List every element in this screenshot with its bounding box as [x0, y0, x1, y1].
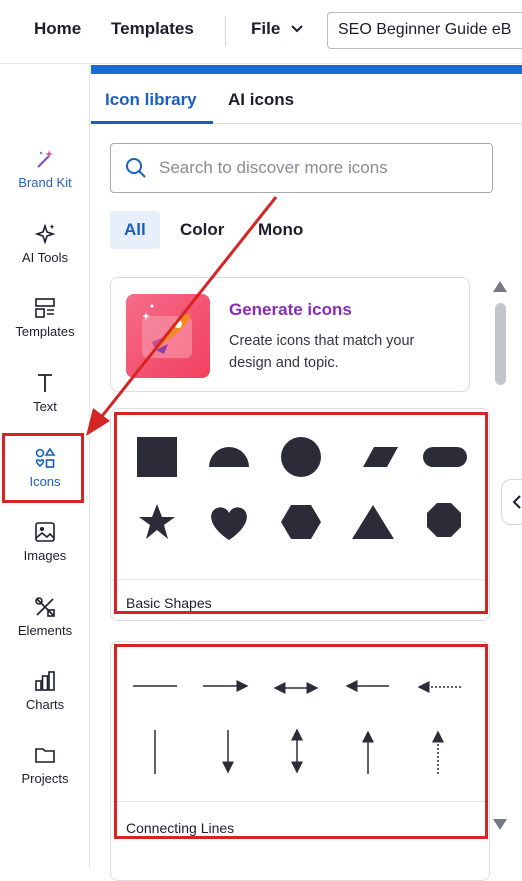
- sidebar-item-images[interactable]: Images: [0, 520, 90, 586]
- sidebar-item-brand-kit[interactable]: Brand Kit: [0, 147, 90, 213]
- highlight-box-basic-shapes: [114, 412, 488, 614]
- sidebar-item-label: Elements: [17, 623, 73, 638]
- rocket-icon: [126, 294, 210, 378]
- scrollbar-thumb[interactable]: [495, 303, 506, 385]
- sidebar-item-charts[interactable]: Charts: [0, 669, 90, 735]
- sidebar-item-label: Brand Kit: [18, 175, 72, 190]
- text-icon: [38, 374, 52, 392]
- sidebar-item-templates[interactable]: Templates: [0, 296, 90, 362]
- filter-all[interactable]: All: [110, 211, 160, 249]
- generate-icons-description: Create icons that match your design and …: [229, 333, 415, 371]
- chart-icon: [35, 671, 55, 691]
- image-icon: [35, 522, 55, 542]
- sidebar-item-label: Text: [33, 399, 57, 414]
- filter-color[interactable]: Color: [166, 211, 238, 249]
- sparkles-icon: [34, 223, 56, 245]
- search-icon: [126, 158, 146, 178]
- folder-icon: [35, 748, 55, 763]
- sidebar-item-elements[interactable]: Elements: [0, 595, 90, 661]
- collapse-panel-button[interactable]: [501, 479, 522, 525]
- templates-icon: [35, 298, 55, 318]
- scroll-down-arrow-icon[interactable]: [493, 819, 507, 830]
- panel-tabs: Icon library AI icons: [91, 74, 522, 124]
- search-input[interactable]: [159, 158, 479, 178]
- file-menu[interactable]: File: [251, 19, 304, 39]
- chevron-down-icon: [291, 25, 304, 33]
- sidebar-item-label: AI Tools: [21, 250, 68, 265]
- sidebar-item-projects[interactable]: Projects: [0, 743, 90, 809]
- home-link[interactable]: Home: [34, 19, 81, 39]
- generate-icons-title: Generate icons: [229, 300, 352, 319]
- elements-icon: [35, 597, 55, 617]
- magic-wand-icon: [37, 150, 53, 168]
- top-bar: Home Templates File SEO Beginner Guide e…: [0, 0, 522, 64]
- sidebar-item-label: Images: [23, 548, 67, 563]
- scroll-up-arrow-icon[interactable]: [493, 281, 507, 292]
- tab-icon-library[interactable]: Icon library: [105, 90, 197, 110]
- document-title-input[interactable]: SEO Beginner Guide eB: [327, 12, 522, 49]
- highlight-box-icons: [2, 433, 84, 503]
- sidebar-item-text[interactable]: Text: [0, 371, 90, 437]
- highlight-box-connecting-lines: [114, 644, 488, 839]
- generate-icons-card[interactable]: Generate icons Create icons that match y…: [110, 277, 470, 392]
- panel-top-bar: [91, 65, 522, 74]
- chevron-left-icon: [512, 495, 521, 509]
- sidebar-item-ai-tools[interactable]: AI Tools: [0, 222, 90, 288]
- tab-ai-icons[interactable]: AI icons: [228, 90, 294, 110]
- icon-search-box[interactable]: [110, 143, 493, 193]
- filter-mono[interactable]: Mono: [244, 211, 317, 249]
- topbar-divider: [225, 16, 226, 46]
- sidebar-item-label: Projects: [21, 771, 69, 786]
- active-tab-indicator: [91, 121, 213, 124]
- templates-link[interactable]: Templates: [111, 19, 194, 39]
- file-menu-label: File: [251, 19, 281, 38]
- sidebar-item-label: Charts: [25, 697, 65, 712]
- sidebar-item-label: Templates: [15, 324, 75, 339]
